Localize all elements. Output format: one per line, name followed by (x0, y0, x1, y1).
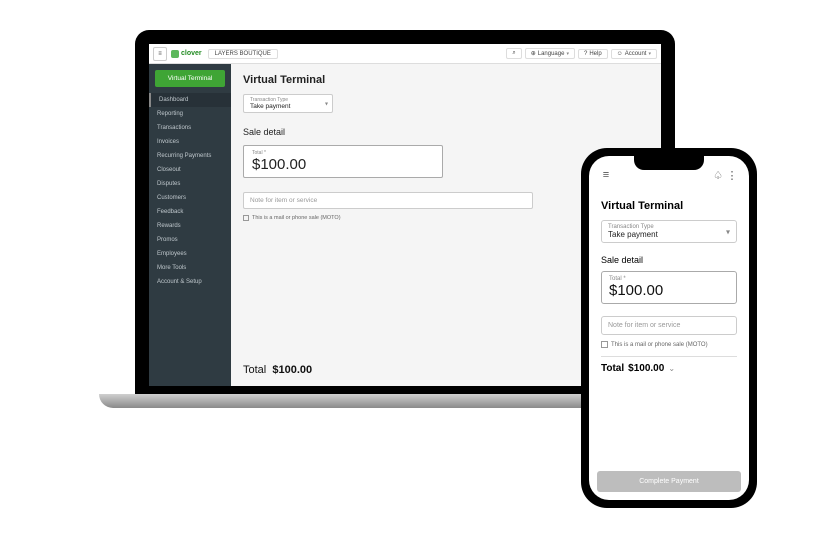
bell-icon[interactable]: ♤ (711, 168, 725, 182)
grand-total-label: Total (243, 364, 266, 376)
virtual-terminal-button[interactable]: Virtual Terminal (155, 70, 225, 87)
sidebar-item-closeout[interactable]: Closeout (149, 163, 231, 177)
phone-mockup: ≡ ♤ ⋮ Virtual Terminal Transaction Type … (581, 148, 757, 508)
phone-body: Virtual Terminal Transaction Type Take p… (589, 186, 749, 465)
checkbox-icon (243, 215, 249, 221)
total-input-value: $100.00 (609, 282, 729, 299)
grand-total-row: Total $100.00 (243, 364, 312, 376)
sidebar-item-account-setup[interactable]: Account & Setup (149, 275, 231, 289)
account-button[interactable]: ☺ Account ▾ (611, 49, 657, 59)
chevron-down-icon: ▾ (648, 51, 651, 57)
merchant-name[interactable]: LAYERS BOUTIQUE (208, 49, 278, 59)
leaf-icon (171, 50, 179, 58)
sidebar-item-promos[interactable]: Promos (149, 233, 231, 247)
total-input[interactable]: Total * $100.00 (601, 271, 737, 304)
transaction-type-select[interactable]: Transaction Type Take payment ▾ (601, 220, 737, 243)
sidebar-item-recurring[interactable]: Recurring Payments (149, 149, 231, 163)
phone-notch (634, 156, 704, 170)
moto-label: This is a mail or phone sale (MOTO) (611, 342, 708, 348)
sidebar-item-rewards[interactable]: Rewards (149, 219, 231, 233)
brand-text: clover (181, 50, 202, 57)
account-label: Account (625, 51, 647, 57)
total-input-value: $100.00 (252, 156, 434, 173)
page-title: Virtual Terminal (243, 74, 649, 86)
hamburger-icon[interactable]: ≡ (599, 168, 613, 182)
grand-total-value: $100.00 (628, 363, 664, 374)
search-button[interactable]: ⌕ (506, 48, 521, 59)
more-icon[interactable]: ⋮ (725, 168, 739, 182)
sale-detail-heading: Sale detail (601, 255, 737, 265)
sale-detail-heading: Sale detail (243, 127, 649, 137)
sidebar-item-customers[interactable]: Customers (149, 191, 231, 205)
help-label: Help (589, 51, 601, 57)
sidebar-item-transactions[interactable]: Transactions (149, 121, 231, 135)
sidebar-item-employees[interactable]: Employees (149, 247, 231, 261)
chevron-down-icon: ▾ (566, 51, 569, 57)
user-icon: ☺ (617, 51, 623, 57)
note-input[interactable]: Note for item or service (243, 192, 533, 209)
top-bar: ≡ clover LAYERS BOUTIQUE ⌕ ⊕ Language ▾ … (149, 44, 661, 64)
sidebar-item-reporting[interactable]: Reporting (149, 107, 231, 121)
chevron-down-icon: ⌄ (668, 364, 675, 373)
brand-logo[interactable]: clover (171, 50, 202, 58)
grand-total-value: $100.00 (272, 364, 312, 376)
help-button[interactable]: ? Help (578, 49, 608, 59)
language-label: Language (538, 51, 565, 57)
hamburger-icon[interactable]: ≡ (153, 47, 167, 61)
transaction-type-value: Take payment (250, 103, 326, 110)
transaction-type-select[interactable]: Transaction Type Take payment ▾ (243, 94, 333, 113)
page-title: Virtual Terminal (601, 200, 737, 212)
chevron-down-icon: ▾ (726, 227, 730, 236)
sidebar-item-disputes[interactable]: Disputes (149, 177, 231, 191)
phone-screen: ≡ ♤ ⋮ Virtual Terminal Transaction Type … (589, 156, 749, 500)
moto-label: This is a mail or phone sale (MOTO) (252, 215, 341, 221)
help-icon: ? (584, 51, 587, 57)
complete-payment-button[interactable]: Complete Payment (597, 471, 741, 492)
sidebar-item-dashboard[interactable]: Dashboard (149, 93, 231, 107)
sidebar: Virtual Terminal Dashboard Reporting Tra… (149, 64, 231, 386)
transaction-type-value: Take payment (608, 230, 730, 239)
chevron-down-icon: ▾ (325, 100, 328, 107)
grand-total-row[interactable]: Total $100.00 ⌄ (601, 356, 737, 374)
checkbox-icon (601, 341, 608, 348)
sidebar-item-more-tools[interactable]: More Tools (149, 261, 231, 275)
total-input[interactable]: Total * $100.00 (243, 145, 443, 178)
moto-checkbox-row[interactable]: This is a mail or phone sale (MOTO) (601, 341, 737, 348)
note-input[interactable]: Note for item or service (601, 316, 737, 335)
sidebar-item-invoices[interactable]: Invoices (149, 135, 231, 149)
sidebar-item-feedback[interactable]: Feedback (149, 205, 231, 219)
language-button[interactable]: ⊕ Language ▾ (525, 48, 575, 59)
globe-icon: ⊕ (531, 50, 536, 57)
grand-total-label: Total (601, 363, 624, 374)
